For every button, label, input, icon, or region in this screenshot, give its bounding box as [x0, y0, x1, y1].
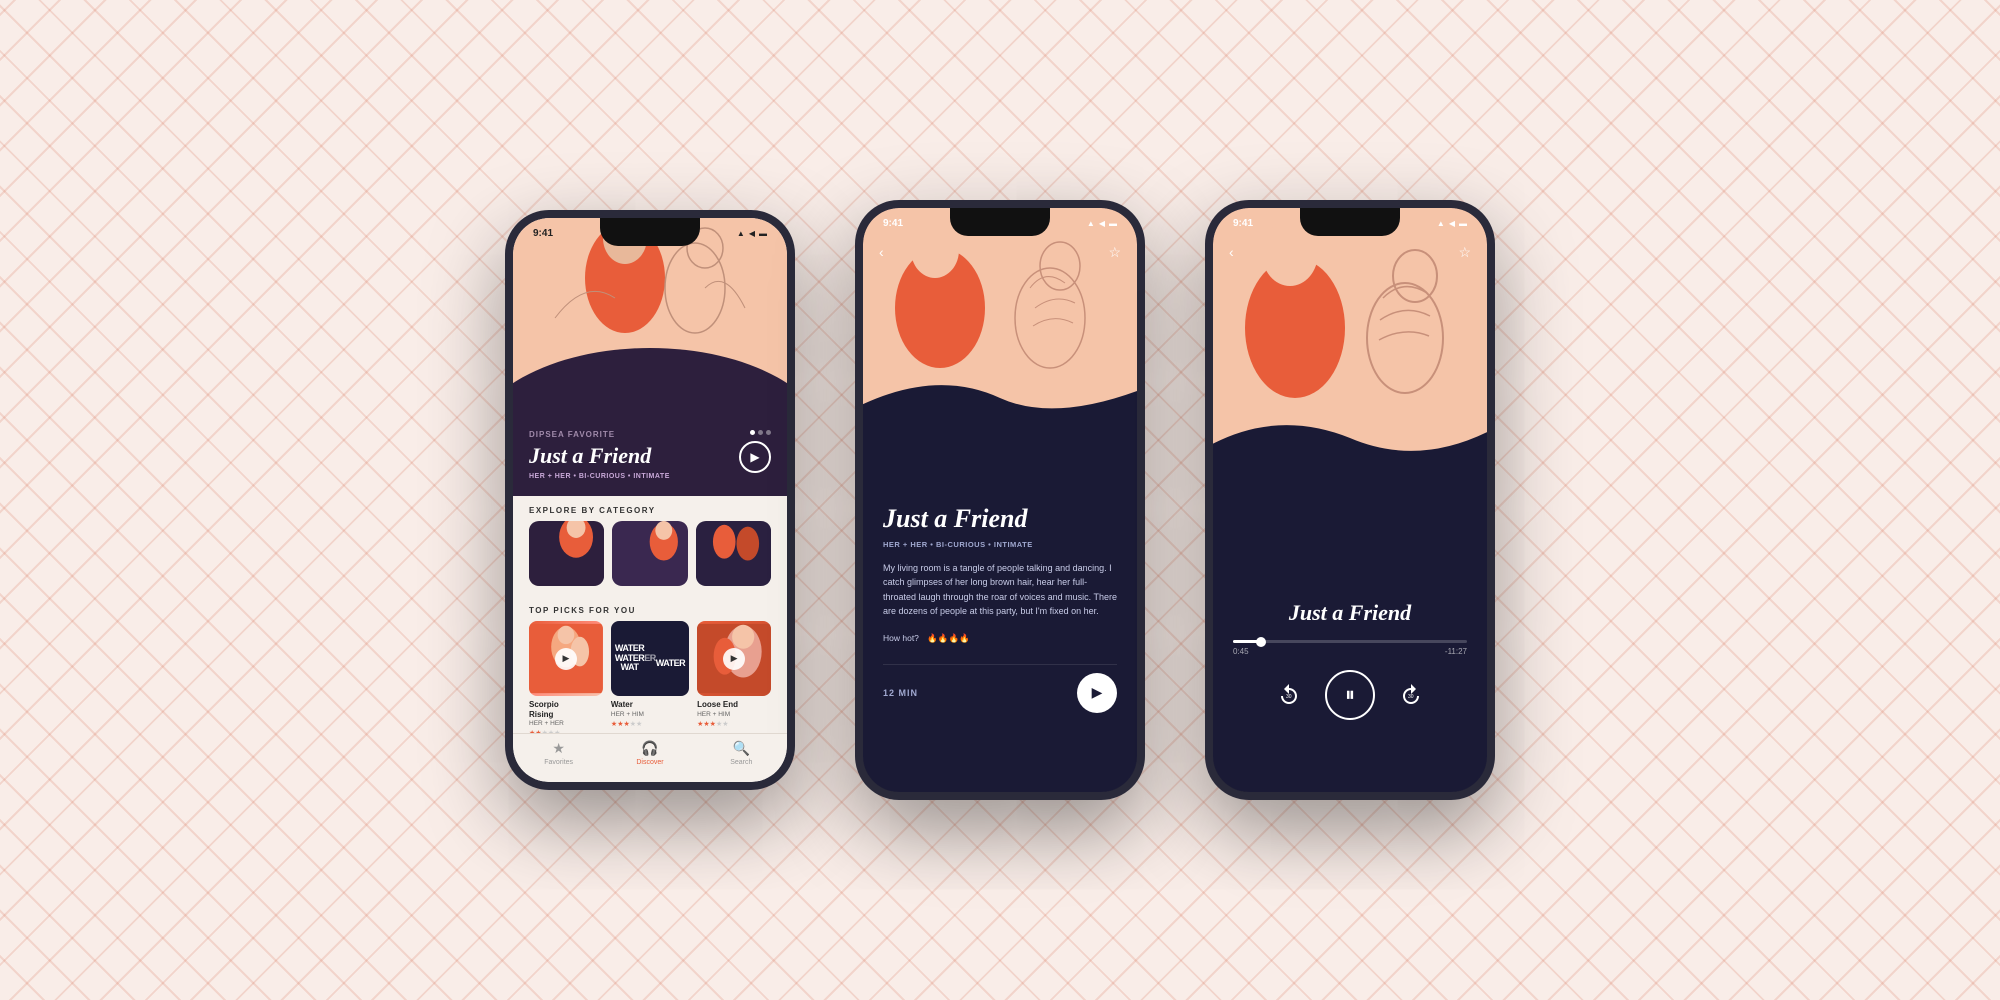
pick-water-tags: HER + HIM	[611, 711, 689, 718]
bottom-nav: ★ Favorites 🎧 Discover 🔍 Search	[513, 733, 787, 782]
back-button-3[interactable]: ‹	[1229, 244, 1234, 260]
hot-rating: How hot? 🔥🔥🔥🔥	[883, 633, 1117, 644]
nav-favorites-label: Favorites	[544, 759, 573, 766]
nav-favorites[interactable]: ★ Favorites	[513, 740, 604, 766]
card-story-title: Just a Friend	[529, 443, 771, 469]
elapsed-time: 0:45	[1233, 647, 1249, 656]
story-play-button[interactable]: ▶	[1077, 673, 1117, 713]
phone3-hero-illustration	[1213, 208, 1487, 588]
search-icon: 🔍	[733, 740, 750, 757]
dots-indicator	[750, 430, 771, 435]
phone2-content: Just a Friend HER + HER • BI-CURIOUS • I…	[863, 488, 1137, 729]
favorite-button-3[interactable]: ☆	[1458, 244, 1471, 261]
progress-track	[1233, 640, 1467, 643]
pick-loose-name: Loose End	[697, 700, 771, 710]
nav-discover-label: Discover	[636, 759, 663, 766]
progress-bar[interactable]	[1233, 640, 1467, 643]
time-row: 0:45 -11:27	[1233, 647, 1467, 656]
nav-discover[interactable]: 🎧 Discover	[604, 740, 695, 766]
featured-card: DIPSEA FAVORITE Just a Friend HER + HER …	[513, 418, 787, 496]
progress-thumb[interactable]	[1256, 637, 1266, 647]
phone-2: 9:41 ▲ ◀ ▬ ‹ ☆	[855, 200, 1145, 800]
dot-3	[766, 430, 771, 435]
pick-thumb-loose: ▶	[697, 621, 771, 696]
top-picks-row: ▶ ScorpioRising HER + HER ★★★★★ WATERWAT…	[513, 621, 787, 737]
pick-water-stars: ★★★★★	[611, 720, 689, 728]
play-pause-button[interactable]: ⏸	[1325, 670, 1375, 720]
pick-thumb-water: WATERWATERWATERWATER	[611, 621, 689, 696]
pick-water[interactable]: WATERWATERWATERWATER Water HER + HIM ★★★…	[611, 621, 689, 737]
pick-thumb-scorpio: ▶	[529, 621, 603, 696]
signal-icon-2: ▲	[1087, 219, 1095, 228]
status-time-2: 9:41	[883, 218, 903, 229]
pick-loose-end[interactable]: ▶ Loose End HER + HIM ★★★★★	[697, 621, 771, 737]
story-footer: 12 MIN ▶	[883, 664, 1117, 713]
audio-player: Just a Friend 0:45 -11:27 30	[1213, 588, 1487, 736]
categories-row: Heat It Up Feel Sexy Listen Together	[513, 521, 787, 596]
hot-flames: 🔥🔥🔥🔥	[927, 633, 969, 643]
loose-play-btn[interactable]: ▶	[723, 648, 745, 670]
pick-scorpio-rising[interactable]: ▶ ScorpioRising HER + HER ★★★★★	[529, 621, 603, 737]
skip-back-button[interactable]: 30	[1277, 683, 1301, 707]
hero-illustration-1	[513, 218, 787, 418]
discover-icon: 🎧	[641, 740, 658, 757]
pick-loose-tags: HER + HIM	[697, 711, 771, 718]
status-icons-1: ▲ ◀ ▬	[737, 229, 767, 238]
nav-search[interactable]: 🔍 Search	[696, 740, 787, 766]
status-bar-2: 9:41 ▲ ◀ ▬	[863, 208, 1137, 233]
dot-1	[750, 430, 755, 435]
explore-label: EXPLORE BY CATEGORY	[513, 496, 787, 521]
signal-icon-3: ▲	[1437, 219, 1445, 228]
card-story-tags: HER + HER • BI-CURIOUS • INTIMATE	[529, 473, 771, 480]
status-time-3: 9:41	[1233, 218, 1253, 229]
nav-search-label: Search	[730, 759, 752, 766]
pick-loose-stars: ★★★★★	[697, 720, 771, 728]
dot-2	[758, 430, 763, 435]
wifi-icon: ◀	[749, 229, 755, 238]
playback-controls: 30 ⏸ 30	[1233, 670, 1467, 720]
wifi-icon-3: ◀	[1449, 219, 1455, 228]
phone-1: 9:41 ▲ ◀ ▬	[505, 210, 795, 790]
signal-icon: ▲	[737, 229, 745, 238]
back-button[interactable]: ‹	[879, 244, 884, 260]
status-icons-3: ▲ ◀ ▬	[1437, 219, 1467, 228]
status-bar-1: 9:41 ▲ ◀ ▬	[513, 218, 787, 243]
pick-scorpio-name: ScorpioRising	[529, 700, 603, 719]
pick-water-name: Water	[611, 700, 689, 710]
pick-scorpio-tags: HER + HER	[529, 720, 603, 727]
top-picks-label: TOP PICKS FOR YOU	[513, 596, 787, 621]
favorite-button[interactable]: ☆	[1108, 244, 1121, 261]
skip-forward-button[interactable]: 30	[1399, 683, 1423, 707]
favorites-icon: ★	[552, 740, 565, 757]
category-feel-sexy[interactable]: Feel Sexy	[612, 521, 687, 586]
story-body-2: My living room is a tangle of people tal…	[883, 561, 1117, 619]
player-title: Just a Friend	[1233, 600, 1467, 626]
phone-3: 9:41 ▲ ◀ ▬ ‹ ☆	[1205, 200, 1495, 800]
battery-icon-2: ▬	[1109, 219, 1117, 228]
battery-icon: ▬	[759, 229, 767, 238]
story-tags-2: HER + HER • BI-CURIOUS • INTIMATE	[883, 540, 1117, 549]
category-heat-it-up[interactable]: Heat It Up	[529, 521, 604, 586]
svg-text:30: 30	[1286, 694, 1292, 700]
remaining-time: -11:27	[1445, 647, 1467, 656]
story-title-2: Just a Friend	[883, 504, 1117, 534]
card-play-button[interactable]: ▶	[739, 441, 771, 473]
category-listen-together[interactable]: Listen Together	[696, 521, 771, 586]
battery-icon-3: ▬	[1459, 219, 1467, 228]
status-icons-2: ▲ ◀ ▬	[1087, 219, 1117, 228]
svg-text:30: 30	[1408, 694, 1414, 700]
hot-label: How hot?	[883, 633, 919, 643]
story-duration: 12 MIN	[883, 688, 918, 698]
wifi-icon-2: ◀	[1099, 219, 1105, 228]
phone2-hero-illustration	[863, 208, 1137, 488]
dipsea-badge: DIPSEA FAVORITE	[529, 430, 771, 439]
status-time-1: 9:41	[533, 228, 553, 239]
scorpio-play-btn[interactable]: ▶	[555, 648, 577, 670]
status-bar-3: 9:41 ▲ ◀ ▬	[1213, 208, 1487, 233]
water-text: WATERWATERWATERWATER	[611, 621, 689, 696]
